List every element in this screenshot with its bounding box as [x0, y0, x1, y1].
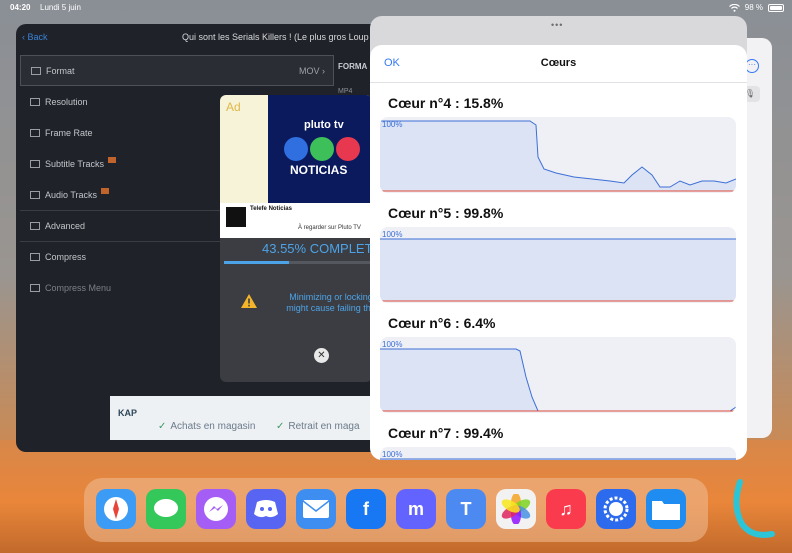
ad-channel-name: Telefe Noticias — [250, 206, 292, 212]
advanced-icon — [30, 222, 40, 230]
setting-label: Compress Menu — [45, 282, 112, 293]
ad-image[interactable]: pluto tv NOTICIAS — [268, 95, 372, 203]
core-card: Cœur n°7 : 99.4% 100% — [380, 425, 736, 460]
banner-item-label: Retrait en maga — [288, 421, 360, 432]
mastodon-icon[interactable]: m — [396, 489, 436, 529]
setting-label: Subtitle Tracks — [45, 158, 105, 169]
progress-bar — [224, 261, 372, 264]
photos-icon[interactable] — [496, 489, 536, 529]
warning-line: might cause failing the — [286, 303, 372, 313]
progress-fill — [224, 261, 290, 264]
more-icon[interactable]: ··· — [745, 59, 759, 73]
usage-area — [380, 349, 538, 411]
format-column-header: FORMA — [338, 62, 368, 71]
percent-label: 100% — [382, 120, 402, 129]
frame-rate-icon — [30, 128, 40, 137]
warning-icon — [241, 294, 257, 308]
check-icon: ✓ — [158, 421, 167, 432]
facebook-icon[interactable]: f — [346, 489, 386, 529]
percent-label: 100% — [382, 450, 402, 459]
core-usage-chart: 100% — [380, 337, 736, 413]
ad-brand: pluto tv — [304, 119, 344, 131]
status-bar: 04:20 Lundi 5 juin 98 % — [0, 0, 792, 16]
files-icon[interactable] — [646, 489, 686, 529]
percent-label: 100% — [382, 230, 402, 239]
back-button[interactable]: ‹ Back — [22, 32, 48, 42]
audio-icon — [30, 190, 40, 199]
core-usage-chart: 100% — [380, 117, 736, 193]
format-column-value: MP4 — [338, 88, 353, 95]
setting-label: Frame Rate — [45, 127, 93, 138]
format-icon — [31, 66, 41, 75]
resolution-icon — [30, 97, 40, 106]
back-label: Back — [27, 32, 48, 42]
battery-icon — [768, 3, 784, 12]
percent-label: 100% — [382, 340, 402, 349]
ad-channel-icon — [226, 207, 246, 227]
close-icon[interactable]: ✕ — [314, 348, 329, 363]
safari-icon[interactable] — [96, 489, 136, 529]
compress-menu-icon — [30, 283, 40, 292]
progress-overlay: Ad pluto tv NOTICIAS Telefe Noticias À r… — [220, 95, 372, 382]
core-usage-chart: 100% — [380, 447, 736, 460]
core-title: Cœur n°7 : 99.4% — [388, 425, 504, 441]
usage-area — [380, 121, 736, 191]
core-title: Cœur n°6 : 6.4% — [388, 315, 496, 331]
music-icon[interactable]: ♫ — [546, 489, 586, 529]
premium-badge-icon — [108, 156, 117, 163]
core-title: Cœur n°5 : 99.8% — [388, 205, 504, 221]
core-usage-chart: 100% — [380, 227, 736, 303]
site-logo-icon — [733, 479, 775, 538]
banner-ad[interactable]: KAP ✓ Achats en magasin ✓ Retrait en maga — [110, 396, 372, 440]
setting-value: MOV › — [299, 65, 325, 76]
status-time: 04:20 — [10, 3, 31, 12]
subtitle-icon — [30, 159, 40, 168]
core-card: Cœur n°6 : 6.4% 100% — [380, 315, 736, 413]
banner-item-label: Achats en magasin — [170, 421, 256, 432]
banner-logo: KAP — [118, 408, 138, 418]
setting-label: Audio Tracks — [45, 189, 98, 200]
sheet-header: OK Cœurs — [370, 45, 747, 83]
cores-sheet: OK Cœurs Cœur n°4 : 15.8% 100% Cœur n°5 … — [370, 45, 747, 460]
ad-label: Ad — [226, 100, 241, 114]
setting-label: Format — [46, 65, 75, 76]
ad-dots-graphic — [284, 137, 360, 161]
battery-percent: 98 % — [744, 3, 763, 12]
sheet-title: Cœurs — [540, 57, 577, 69]
ad-info-bar[interactable]: Telefe Noticias À regarder sur Pluto TV — [220, 203, 372, 238]
discord-icon[interactable] — [246, 489, 286, 529]
messages-icon[interactable] — [146, 489, 186, 529]
core-card: Cœur n°4 : 15.8% 100% — [380, 95, 736, 193]
banner-item: ✓ Achats en magasin — [158, 421, 255, 432]
messenger-icon[interactable] — [196, 489, 236, 529]
usage-area — [380, 239, 736, 301]
setting-label: Advanced — [45, 221, 86, 231]
grabber-handle[interactable]: ••• — [551, 20, 563, 30]
premium-badge-icon — [101, 187, 110, 194]
signal-icon[interactable] — [596, 489, 636, 529]
navigation-bar: ‹ Back Qui sont les Serials Killers ! (L… — [16, 24, 396, 50]
ad-headline: NOTICIAS — [290, 163, 348, 177]
core-title: Cœur n°4 : 15.8% — [388, 95, 504, 111]
mail-icon[interactable] — [296, 489, 336, 529]
warning-text: Minimizing or locking might cause failin… — [266, 292, 372, 314]
banner-item: ✓ Retrait en maga — [276, 421, 360, 432]
warning-line: Minimizing or locking — [289, 292, 372, 302]
video-title: Qui sont les Serials Killers ! (Le plus … — [182, 32, 369, 42]
setting-row-format[interactable]: Format MOV › — [20, 55, 334, 86]
ad-panel[interactable]: Ad pluto tv NOTICIAS Telefe Noticias À r… — [220, 95, 372, 238]
progress-text: 43.55% COMPLETE — [262, 241, 372, 256]
compress-icon — [30, 253, 40, 261]
setting-label: Compress — [45, 252, 87, 262]
status-date: Lundi 5 juin — [40, 3, 81, 12]
dock: f m T ♫ — [84, 478, 708, 542]
wifi-icon — [728, 3, 740, 12]
core-card: Cœur n°5 : 99.8% 100% — [380, 205, 736, 303]
ad-cta[interactable]: À regarder sur Pluto TV — [298, 225, 361, 231]
tweetbot-icon[interactable]: T — [446, 489, 486, 529]
check-icon: ✓ — [276, 421, 285, 432]
setting-label: Resolution — [45, 96, 88, 107]
